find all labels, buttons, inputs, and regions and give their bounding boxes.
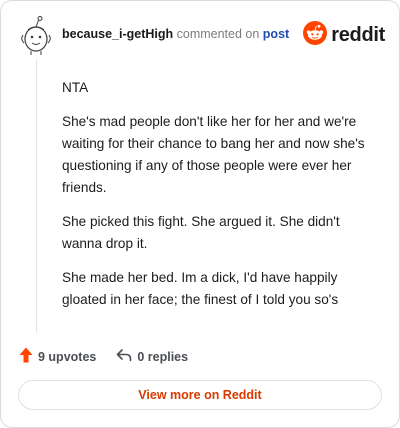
reddit-brand[interactable]: reddit [303,21,385,50]
upvotes-stat[interactable]: 9 upvotes [19,347,96,366]
comment-body: NTA She's mad people don't like her for … [62,77,374,323]
reddit-wordmark: reddit [331,24,385,46]
reddit-logo-icon [303,21,328,50]
comment-paragraph: NTA [62,80,89,95]
upvotes-count: 9 upvotes [38,349,97,364]
comment-paragraph: She picked this fight. She argued it. Sh… [62,214,340,251]
action-text: commented on [176,27,260,41]
comment-embed-card: because_i-getHigh commented on post redd… [0,0,400,428]
post-link[interactable]: post [263,27,289,41]
upvote-arrow-icon[interactable] [19,347,33,366]
username-link[interactable]: because_i-getHigh [62,27,173,41]
comment-paragraph: She's mad people don't like her for her … [62,114,365,195]
snoo-avatar-icon[interactable] [19,15,53,55]
comment-paragraph: She made her bed. Im a dick, I'd have ha… [62,270,339,307]
replies-count: 0 replies [137,349,189,364]
thread-line [36,59,37,333]
view-more-button[interactable]: View more on Reddit [18,380,382,410]
replies-stat[interactable]: 0 replies [116,348,188,365]
reply-arrow-icon[interactable] [116,348,132,365]
comment-footer: 9 upvotes 0 replies [19,347,188,366]
comment-header: because_i-getHigh commented on post [62,27,289,41]
